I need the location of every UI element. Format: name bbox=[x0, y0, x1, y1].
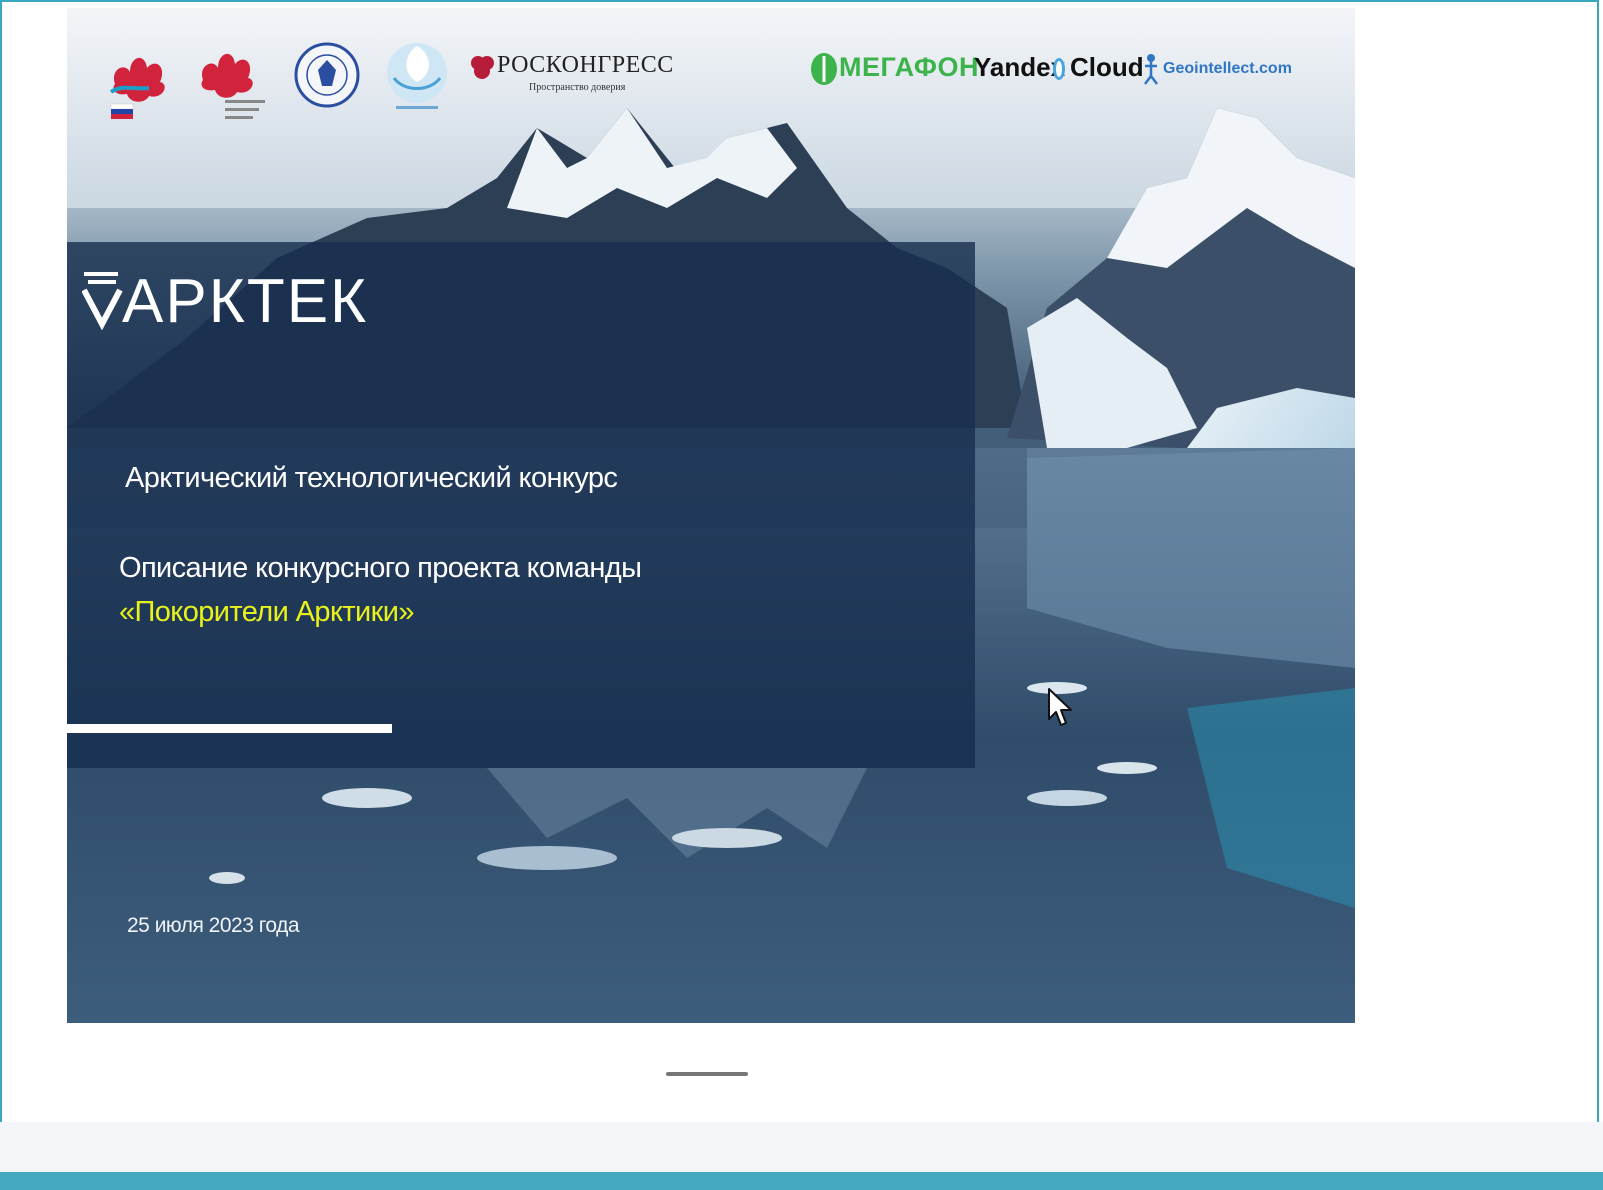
arctic-council-logo-icon bbox=[387, 43, 447, 109]
bottom-accent-bar bbox=[0, 1172, 1603, 1190]
ministry-logo-icon bbox=[109, 57, 165, 119]
project-description: Описание конкурсного проекта команды bbox=[119, 552, 642, 584]
slide-scroll-handle[interactable] bbox=[666, 1072, 748, 1076]
megafon-logo-text: МЕГАФОН bbox=[839, 52, 979, 82]
brand-logo: АРКТЕК bbox=[82, 267, 368, 330]
team-name: «Покорители Арктики» bbox=[119, 596, 414, 628]
brand-name: АРКТЕК bbox=[122, 267, 368, 330]
bottom-panel bbox=[0, 1122, 1603, 1172]
sponsor-logos: РОСКОНГРЕСС Пространство доверия МЕГАФОН… bbox=[67, 8, 1355, 148]
mouse-cursor-icon bbox=[1048, 688, 1072, 726]
slide-subtitle: Арктический технологический конкурс bbox=[125, 462, 618, 494]
development-corp-logo-icon bbox=[201, 53, 265, 119]
slide-date: 25 июля 2023 года bbox=[127, 914, 300, 937]
megafon-logo-icon bbox=[811, 53, 837, 85]
title-panel: АРКТЕК Арктический технологический конку… bbox=[67, 242, 975, 768]
emblem-logo-icon bbox=[294, 42, 360, 108]
presentation-slide: РОСКОНГРЕСС Пространство доверия МЕГАФОН… bbox=[67, 8, 1355, 1023]
roscongress-logo-text: РОСКОНГРЕСС bbox=[497, 52, 674, 78]
geointellect-logo-text: Geointellect.com bbox=[1163, 60, 1292, 77]
geointellect-logo-icon bbox=[1144, 54, 1158, 85]
roscongress-logo-icon bbox=[471, 56, 494, 79]
roscongress-tagline: Пространство доверия bbox=[529, 82, 626, 93]
cloud-logo-text: Cloud bbox=[1070, 52, 1144, 82]
yandex-cloud-logo-icon bbox=[1053, 58, 1065, 80]
panel-divider bbox=[67, 724, 392, 733]
